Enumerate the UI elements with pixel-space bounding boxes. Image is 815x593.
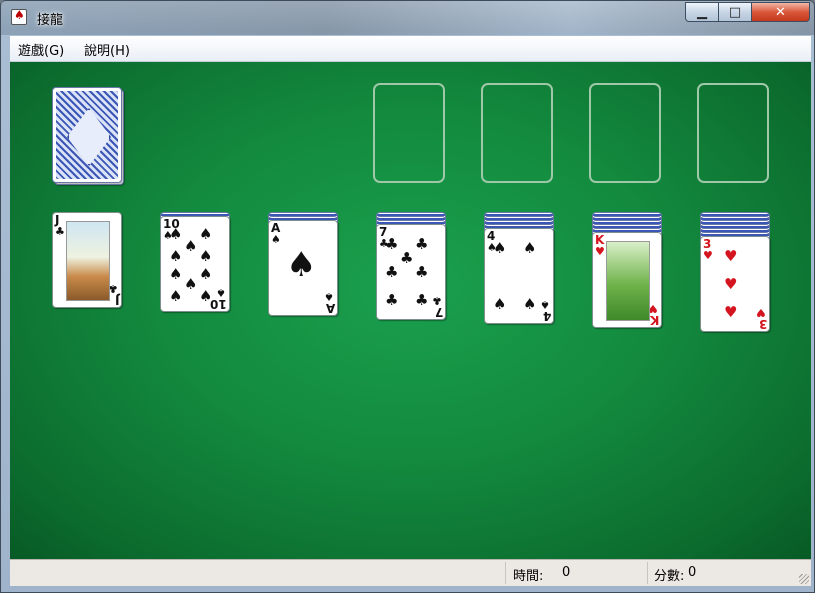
close-button[interactable]: ✕ <box>751 2 810 22</box>
card-suit-icon: ♥ <box>595 245 605 258</box>
tree-illustration-icon <box>606 241 650 321</box>
tableau-card-7[interactable]: 3 ♥ 3 ♥ ♥ ♥ ♥ <box>700 236 770 332</box>
card-suit-icon: ♠ <box>324 290 334 303</box>
close-icon: ✕ <box>775 5 786 20</box>
time-value: 0 <box>562 565 571 580</box>
card-suit-icon: ♠ <box>216 286 226 299</box>
tableau-card-6[interactable]: K ♥ K ♥ <box>592 232 662 328</box>
time-label: 時間: <box>513 569 544 584</box>
card-suit-icon: ♠ <box>271 233 281 246</box>
maximize-icon: □ <box>728 5 742 20</box>
game-table: J ♣ J ♣ 10 ♠ 10 ♠ ♠ ♠ ♠ ♠ ♠ ♠ ♠ ♠ ♠ ♠ A ♠ A ♠ ♠ 7 ♣ 7 ♣ ♣ ♣ ♣ ♣ ♣ ♣ ♣ 4 ♠ 4 ♠… <box>10 62 811 559</box>
tableau-card-2[interactable]: 10 ♠ 10 ♠ ♠ ♠ ♠ ♠ ♠ ♠ ♠ ♠ ♠ ♠ <box>160 216 230 312</box>
card-back-pattern-icon <box>67 108 111 166</box>
status-divider <box>647 562 648 584</box>
score-label: 分數: <box>654 569 685 584</box>
card-suit-icon: ♣ <box>432 294 442 307</box>
card-rank: J <box>114 293 119 307</box>
card-pip-icon: ♣ <box>415 263 429 281</box>
app-icon[interactable] <box>11 8 27 25</box>
card-suit-icon: ♣ <box>55 225 65 238</box>
card-pip-icon: ♥ <box>724 275 738 293</box>
maximize-button[interactable]: □ <box>718 2 752 22</box>
stock-pile[interactable] <box>52 87 122 183</box>
menu-game[interactable]: 遊戲(G) <box>18 40 64 59</box>
card-pip-icon: ♠ <box>184 237 198 255</box>
card-pip-icon: ♣ <box>385 235 399 253</box>
menu-help[interactable]: 說明(H) <box>84 40 130 59</box>
card-pip-icon: ♠ <box>169 247 183 265</box>
minimize-button[interactable]: ▁ <box>685 2 719 22</box>
card-pip-icon: ♣ <box>385 263 399 281</box>
card-suit-icon: ♥ <box>756 306 766 319</box>
card-pip-icon: ♠ <box>199 287 213 305</box>
card-pip-icon: ♥ <box>724 247 738 265</box>
card-rank: 10 <box>210 297 227 311</box>
foundation-slot-4[interactable] <box>697 83 769 183</box>
foundation-slot-1[interactable] <box>373 83 445 183</box>
card-rank: 3 <box>758 317 767 331</box>
tableau-card-3[interactable]: A ♠ A ♠ ♠ <box>268 220 338 316</box>
nest-illustration-icon <box>66 221 110 301</box>
window-title: 接龍 <box>37 13 64 28</box>
card-suit-icon: ♠ <box>540 298 550 311</box>
card-pip-icon: ♣ <box>385 291 399 309</box>
foundation-slot-2[interactable] <box>481 83 553 183</box>
tableau-card-4[interactable]: 7 ♣ 7 ♣ ♣ ♣ ♣ ♣ ♣ ♣ ♣ <box>376 224 446 320</box>
card-pip-icon: ♠ <box>169 265 183 283</box>
minimize-icon: ▁ <box>697 5 707 20</box>
score-value: 0 <box>688 565 697 580</box>
solitaire-window: 接龍 ▁ □ ✕ 遊戲(G) 說明(H) J♣J♣10♠10♠♠♠♠♠♠♠♠♠♠… <box>0 0 815 593</box>
tableau-card-1[interactable]: J ♣ J ♣ <box>52 212 122 308</box>
card-pip-icon: ♠ <box>199 247 213 265</box>
card-suit-icon: ♥ <box>703 249 713 262</box>
card-rank: 4 <box>542 309 551 323</box>
card-rank: A <box>325 301 335 315</box>
card-pip-icon: ♣ <box>415 235 429 253</box>
card-pip-icon: ♠ <box>523 239 537 257</box>
title-bar[interactable]: 接龍 ▁ □ ✕ <box>1 1 814 35</box>
menu-bar: 遊戲(G) 說明(H) <box>10 36 811 62</box>
status-divider <box>505 562 506 584</box>
card-pip-icon: ♥ <box>724 303 738 321</box>
card-rank: K <box>649 313 659 327</box>
card-pip-icon: ♠ <box>286 245 317 285</box>
resize-grip-icon[interactable] <box>799 574 809 584</box>
card-pip-icon: ♠ <box>199 265 213 283</box>
card-pip-icon: ♠ <box>523 295 537 313</box>
foundation-slot-3[interactable] <box>589 83 661 183</box>
card-pip-icon: ♠ <box>493 239 507 257</box>
tableau-card-5[interactable]: 4 ♠ 4 ♠ ♠ ♠ ♠ ♠ <box>484 228 554 324</box>
card-pip-icon: ♠ <box>169 225 183 243</box>
status-bar: 時間: 0 分數: 0 <box>10 559 811 586</box>
card-pip-icon: ♠ <box>184 275 198 293</box>
card-pip-icon: ♣ <box>400 249 414 267</box>
card-pip-icon: ♠ <box>199 225 213 243</box>
card-pip-icon: ♠ <box>493 295 507 313</box>
card-pip-icon: ♠ <box>169 287 183 305</box>
card-rank: 7 <box>434 305 443 319</box>
card-pip-icon: ♣ <box>415 291 429 309</box>
